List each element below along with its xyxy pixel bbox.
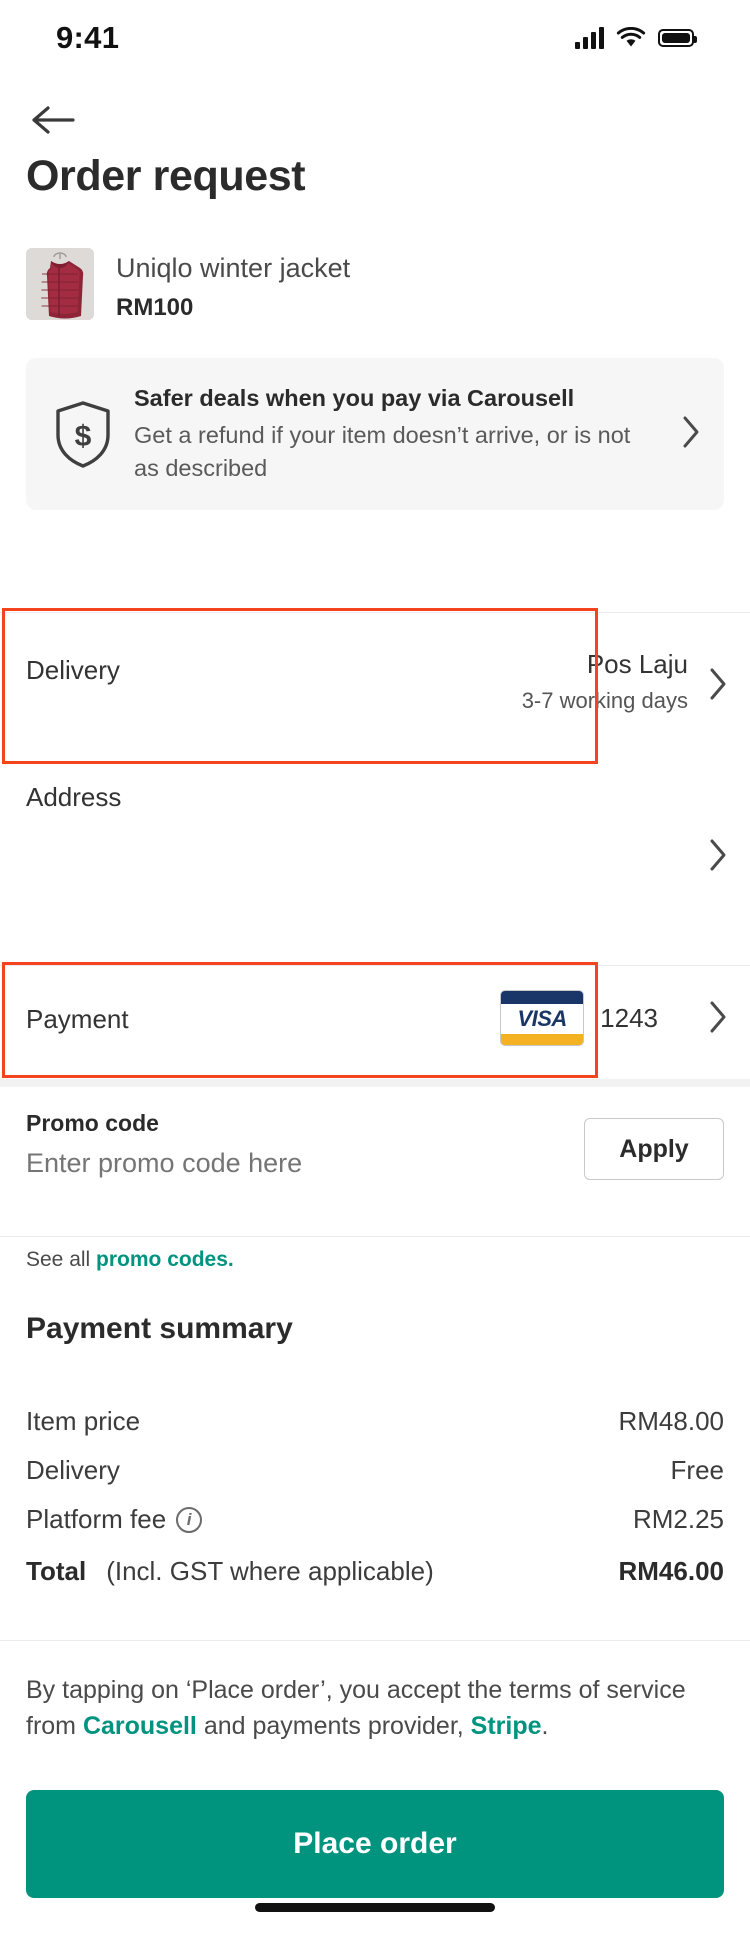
apply-promo-button[interactable]: Apply (584, 1118, 724, 1180)
terms-part-2: and payments provider, (196, 1712, 471, 1741)
summary-row-item-price: Item price RM48.00 (26, 1406, 724, 1437)
cellular-bars-icon (575, 27, 604, 49)
summary-row-delivery: Delivery Free (26, 1455, 724, 1486)
visa-wordmark: VISA (517, 1006, 567, 1031)
home-indicator (255, 1903, 495, 1912)
address-label: Address (26, 782, 122, 812)
see-all-promo-codes[interactable]: See all promo codes. (26, 1248, 234, 1272)
chevron-right-icon (683, 416, 699, 448)
see-all-prefix: See all (26, 1248, 97, 1271)
carousell-link[interactable]: Carousell (83, 1712, 197, 1740)
promo-code-input[interactable] (26, 1148, 426, 1179)
summary-value: RM2.25 (632, 1504, 724, 1534)
divider (0, 1236, 750, 1237)
chevron-right-icon (710, 668, 726, 700)
back-arrow-icon (32, 106, 75, 134)
total-label: Total (26, 1556, 87, 1586)
product-meta: Uniqlo winter jacket RM100 (116, 248, 350, 322)
total-value: RM46.00 (618, 1556, 725, 1586)
product-thumbnail (26, 248, 94, 320)
back-button[interactable] (26, 92, 82, 148)
address-chevron[interactable] (708, 838, 728, 877)
summary-label: Platform fee (26, 1504, 167, 1534)
chevron-right-icon (710, 1001, 726, 1033)
card-last4: 1243 (600, 1002, 658, 1033)
delivery-eta: 3-7 working days (521, 688, 688, 713)
payment-summary-title: Payment summary (26, 1312, 293, 1345)
product-summary[interactable]: Uniqlo winter jacket RM100 (26, 248, 724, 322)
delivery-label: Delivery (26, 655, 120, 685)
promo-code-label: Promo code (26, 1110, 159, 1136)
delivery-value: Pos Laju (586, 649, 688, 679)
product-title: Uniqlo winter jacket (116, 253, 351, 283)
product-price: RM100 (116, 294, 194, 322)
summary-row-platform-fee: Platform fee i RM2.25 (26, 1504, 724, 1535)
delivery-row[interactable]: Delivery Pos Laju 3-7 working days (0, 613, 750, 763)
jacket-image (26, 248, 94, 320)
address-row[interactable]: Address (0, 770, 750, 930)
terms-text: By tapping on ‘Place order’, you accept … (26, 1672, 724, 1745)
promo-code-section: Promo code Apply (0, 1110, 750, 1230)
safer-deals-banner[interactable]: $ Safer deals when you pay via Carousell… (26, 358, 724, 511)
safer-deals-text: Safer deals when you pay via Carousell G… (134, 384, 660, 484)
info-circle-icon[interactable]: i (176, 1506, 203, 1533)
section-gap (0, 1079, 750, 1087)
payment-row[interactable]: Payment VISA 1243 (0, 966, 750, 1076)
safer-deals-title: Safer deals when you pay via Carousell (134, 385, 575, 411)
summary-value: Free (670, 1455, 724, 1485)
summary-row-total: Total (Incl. GST where applicable) RM46.0… (26, 1556, 724, 1587)
total-note: (Incl. GST where applicable) (106, 1556, 434, 1586)
promo-codes-link[interactable]: promo codes. (96, 1248, 234, 1271)
status-icons (575, 27, 697, 49)
status-bar: 9:41 (0, 0, 750, 76)
chevron-right-icon (710, 839, 726, 871)
delivery-value-group: Pos Laju 3-7 working days (522, 649, 688, 714)
terms-part-3: . (541, 1712, 549, 1741)
nav-bar (0, 86, 750, 156)
shield-dollar-icon: $ (56, 401, 110, 468)
visa-card-icon: VISA (500, 990, 585, 1046)
status-time: 9:41 (56, 20, 120, 55)
page-title: Order request (26, 152, 306, 200)
safer-deals-chevron (680, 414, 702, 455)
summary-value: RM48.00 (618, 1406, 725, 1436)
safer-deals-subtitle: Get a refund if your item doesn’t arrive… (134, 422, 631, 481)
payment-label: Payment (26, 1004, 129, 1034)
place-order-button[interactable]: Place order (26, 1790, 724, 1898)
summary-label-group: Platform fee i (26, 1504, 203, 1535)
payment-chevron[interactable] (708, 1000, 728, 1039)
footer-divider (0, 1640, 750, 1641)
order-request-screen: 9:41 Order request Uniqlo winter jacket … (0, 0, 750, 1934)
total-label-group: Total (Incl. GST where applicable) (26, 1556, 434, 1587)
summary-label: Delivery (26, 1455, 120, 1485)
battery-icon (658, 29, 697, 47)
svg-text:$: $ (75, 420, 92, 453)
delivery-chevron[interactable] (708, 667, 728, 706)
stripe-link[interactable]: Stripe (471, 1712, 542, 1740)
wifi-icon (616, 27, 646, 47)
summary-label: Item price (26, 1406, 141, 1436)
payment-method: VISA 1243 (500, 990, 658, 1046)
